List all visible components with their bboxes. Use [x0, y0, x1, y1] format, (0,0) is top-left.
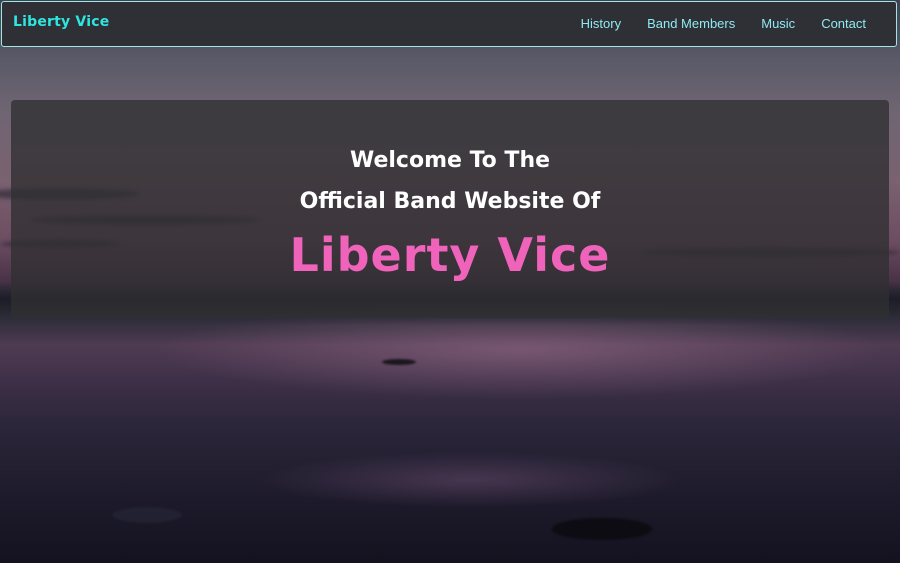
hero-welcome-line: Welcome To The [349, 148, 551, 173]
brand-link[interactable]: Liberty Vice [13, 14, 109, 30]
nav-link-music[interactable]: Music [761, 16, 795, 31]
hero-panel: Welcome To The Official Band Website Of … [11, 100, 889, 318]
rock [382, 359, 416, 365]
rock [112, 507, 182, 523]
hero-band-title: Liberty Vice [289, 228, 611, 282]
hero-subtitle-line: Official Band Website Of [299, 189, 601, 214]
nav-link-band-members[interactable]: Band Members [647, 16, 735, 31]
nav-link-history[interactable]: History [581, 16, 621, 31]
navbar: Liberty Vice History Band Members Music … [1, 1, 897, 47]
rock [552, 518, 652, 540]
nav-links: History Band Members Music Contact [555, 16, 866, 31]
nav-link-contact[interactable]: Contact [821, 16, 866, 31]
